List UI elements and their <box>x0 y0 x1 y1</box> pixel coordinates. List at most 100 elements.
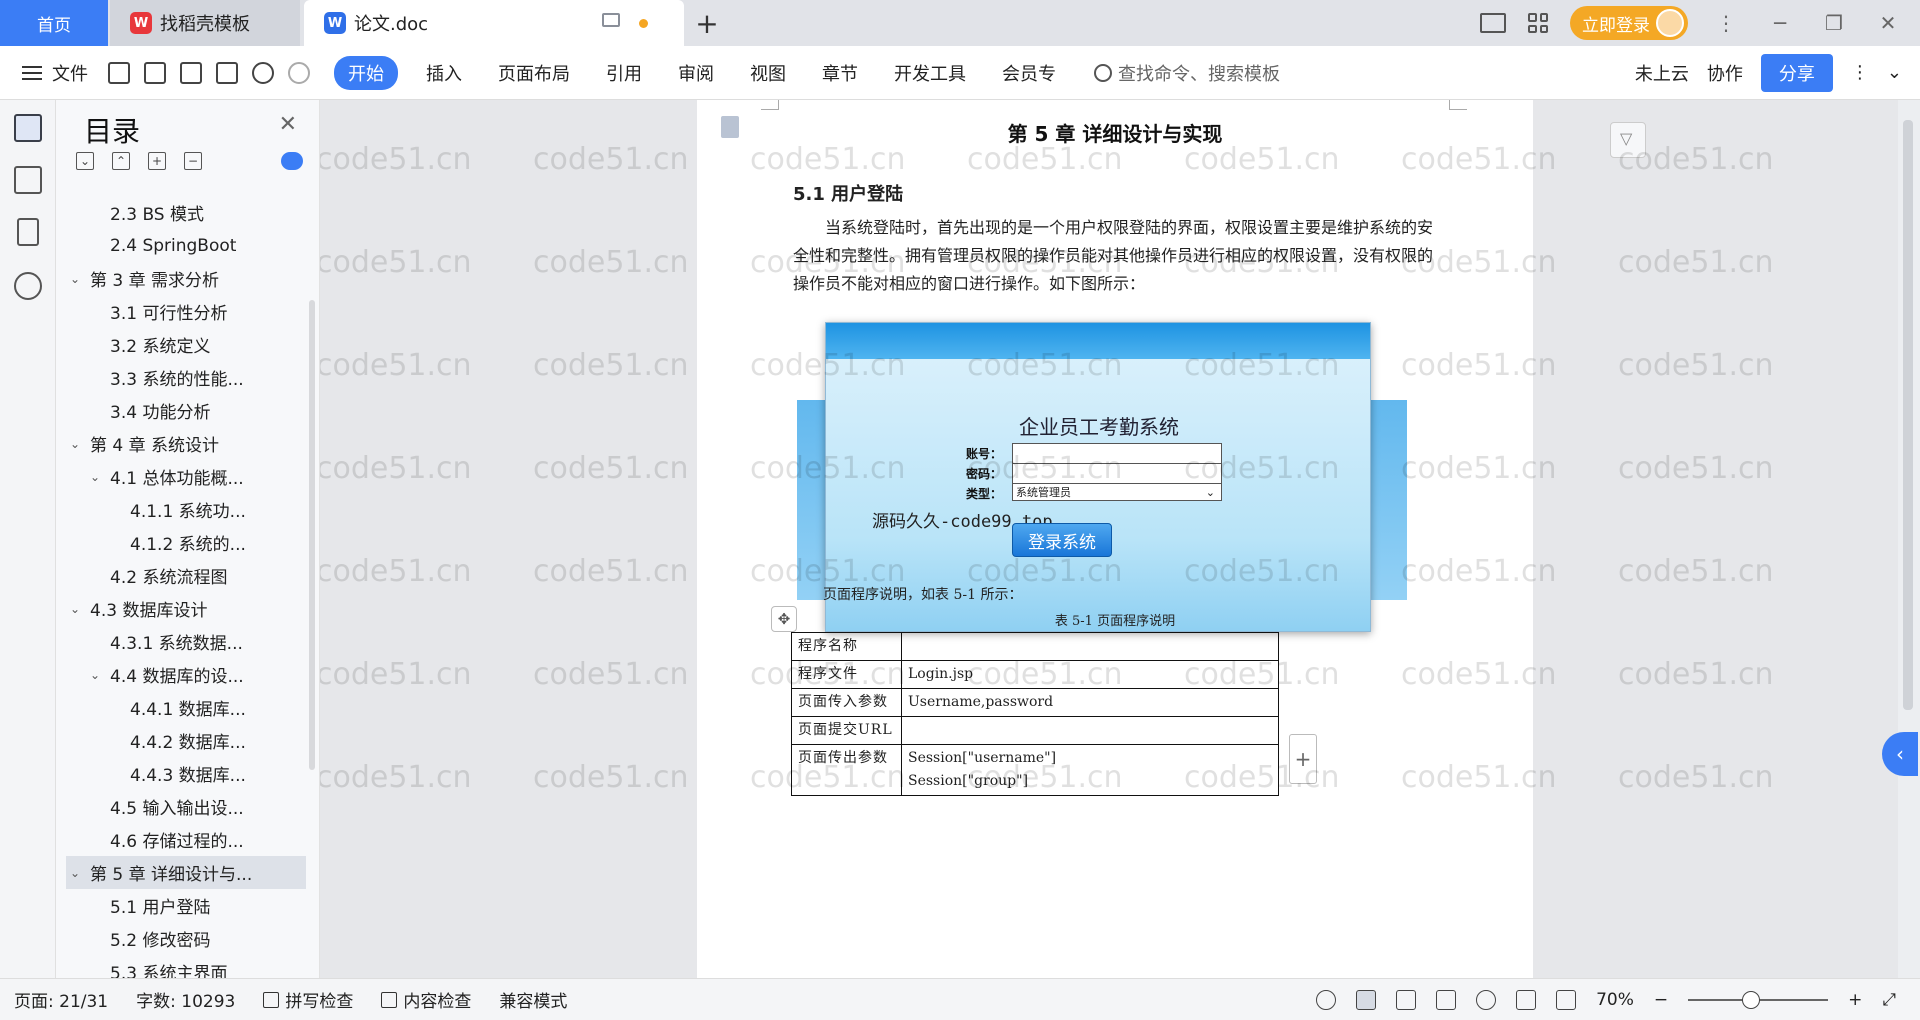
tab-document[interactable]: W 论文.doc <box>304 0 684 46</box>
outline-item[interactable]: 4.4.2 数据库... <box>66 724 306 757</box>
tab-developer[interactable]: 开发工具 <box>876 60 984 86</box>
table-value-cell: Session["username"] Session["group"] <box>901 744 1279 796</box>
tab-review[interactable]: 审阅 <box>660 60 732 86</box>
collab-button[interactable]: 协作 <box>1707 60 1743 86</box>
outline-item[interactable]: ⌄ 4.3 数据库设计 <box>66 592 306 625</box>
zoom-slider[interactable] <box>1688 990 1829 1009</box>
bookmark-icon[interactable] <box>17 218 39 246</box>
chevron-down-icon[interactable]: ⌄ <box>86 470 104 484</box>
minimize-icon[interactable]: ─ <box>1764 11 1796 35</box>
chevron-down-icon[interactable]: ⌄ <box>66 437 84 451</box>
outline-close-icon[interactable]: ✕ <box>279 112 297 137</box>
fullscreen-icon[interactable]: ⤢ <box>1882 990 1896 1010</box>
tab-start[interactable]: 开始 <box>334 55 398 90</box>
outline-item[interactable]: 2.3 BS 模式 <box>66 196 306 229</box>
outline-item[interactable]: 4.2 系统流程图 <box>66 559 306 592</box>
scrollbar-thumb[interactable] <box>1903 120 1913 710</box>
smart-toggle-icon[interactable] <box>281 152 303 170</box>
outline-item[interactable]: ⌄ 4.4 数据库的设... <box>66 658 306 691</box>
content-check[interactable]: 内容检查 <box>367 987 485 1012</box>
outline-item[interactable]: 2.4 SpringBoot <box>66 229 306 262</box>
outline-panel-icon[interactable] <box>14 114 42 142</box>
page-view-icon[interactable] <box>1356 989 1377 1010</box>
login-button[interactable]: 立即登录 <box>1570 6 1688 40</box>
command-search[interactable]: 查找命令、搜索模板 <box>1074 60 1280 86</box>
outline-item[interactable]: 5.2 修改密码 <box>66 922 306 955</box>
outline-item[interactable]: 3.4 功能分析 <box>66 394 306 427</box>
tab-insert[interactable]: 插入 <box>408 60 480 86</box>
add-heading-icon[interactable]: + <box>148 152 166 170</box>
new-tab-button[interactable]: + <box>684 0 730 46</box>
outline-item[interactable]: 3.1 可行性分析 <box>66 295 306 328</box>
outline-item[interactable]: 3.2 系统定义 <box>66 328 306 361</box>
collapse-ribbon-icon[interactable]: ⌄ <box>1887 62 1902 83</box>
apps-grid-icon[interactable] <box>1528 13 1548 33</box>
undo-icon[interactable] <box>252 61 274 84</box>
outline-item[interactable]: 4.1.2 系统的... <box>66 526 306 559</box>
close-icon[interactable]: ✕ <box>1872 11 1904 35</box>
outline-item[interactable]: 4.5 输入输出设... <box>66 790 306 823</box>
outline-item[interactable]: ⌄ 第 5 章 详细设计与... <box>66 856 306 889</box>
chevron-down-icon[interactable]: ⌄ <box>86 668 104 682</box>
table-row: 程序名称 <box>791 632 1279 661</box>
cloud-status[interactable]: 未上云 <box>1635 60 1689 86</box>
search-panel-icon[interactable] <box>14 272 42 300</box>
chevron-down-icon[interactable]: ⌄ <box>66 272 84 286</box>
collapse-all-icon[interactable]: ⌃ <box>112 152 130 170</box>
outline-item[interactable]: 5.3 系统主界面 <box>66 955 306 978</box>
zoom-level[interactable]: 70% <box>1596 990 1634 1010</box>
word-count[interactable]: 字数: 10293 <box>122 987 249 1012</box>
outline-item[interactable]: 3.3 系统的性能... <box>66 361 306 394</box>
outline-item[interactable]: ⌄ 第 4 章 系统设计 <box>66 427 306 460</box>
eye-protection-icon[interactable] <box>1316 989 1337 1010</box>
write-mode-icon[interactable] <box>1516 989 1537 1010</box>
share-button[interactable]: 分享 <box>1760 53 1833 92</box>
outline-view-icon[interactable] <box>1396 989 1417 1010</box>
document-scrollbar[interactable] <box>1898 100 1920 978</box>
tab-member[interactable]: 会员专 <box>984 60 1074 86</box>
zoom-slider-knob[interactable] <box>1742 990 1761 1009</box>
spell-check[interactable]: 拼写检查 <box>249 987 367 1012</box>
restore-icon[interactable]: ❐ <box>1818 11 1850 35</box>
tab-page-layout[interactable]: 页面布局 <box>480 60 588 86</box>
zoom-out-icon[interactable]: − <box>1654 990 1668 1010</box>
export-icon[interactable] <box>144 61 166 84</box>
page-indicator[interactable]: 页面: 21/31 <box>0 987 122 1012</box>
preview-icon[interactable] <box>216 61 238 84</box>
zoom-in-icon[interactable]: + <box>1848 990 1862 1010</box>
outline-item[interactable]: 4.1.1 系统功... <box>66 493 306 526</box>
monitor-icon[interactable] <box>602 13 620 27</box>
outline-scrollbar[interactable] <box>309 300 315 770</box>
layout-icon[interactable] <box>1480 13 1506 33</box>
reading-view-icon[interactable] <box>1436 989 1457 1010</box>
more-icon[interactable]: ⋮ <box>1710 11 1742 35</box>
tab-view[interactable]: 视图 <box>732 60 804 86</box>
remove-heading-icon[interactable]: − <box>184 152 202 170</box>
outline-item[interactable]: 4.6 存储过程的... <box>66 823 306 856</box>
table-row: 页面传出参数 Session["username"] Session["group… <box>791 744 1279 796</box>
outline-item[interactable]: 4.4.3 数据库... <box>66 757 306 790</box>
fit-page-icon[interactable] <box>1556 989 1577 1010</box>
chevron-down-icon[interactable]: ⌄ <box>66 602 84 616</box>
chevron-down-icon[interactable]: ⌄ <box>66 866 84 880</box>
expand-all-icon[interactable]: ⌄ <box>76 152 94 170</box>
more-options-icon[interactable]: ⋮ <box>1851 62 1869 83</box>
web-view-icon[interactable] <box>1476 989 1497 1010</box>
navigation-icon[interactable] <box>14 166 42 194</box>
add-row-button[interactable]: + <box>1289 734 1317 784</box>
tab-home[interactable]: 首页 <box>0 0 108 46</box>
outline-item[interactable]: 4.3.1 系统数据... <box>66 625 306 658</box>
save-icon[interactable] <box>108 61 130 84</box>
outline-item[interactable]: 5.1 用户登陆 <box>66 889 306 922</box>
redo-icon[interactable] <box>288 61 310 84</box>
side-panel-toggle-icon[interactable]: ‹ <box>1882 732 1918 776</box>
tab-template[interactable]: W 找稻壳模板 <box>110 0 300 46</box>
tab-references[interactable]: 引用 <box>588 60 660 86</box>
outline-item[interactable]: 4.4.1 数据库... <box>66 691 306 724</box>
filter-icon[interactable] <box>1610 122 1646 158</box>
outline-item[interactable]: ⌄ 第 3 章 需求分析 <box>66 262 306 295</box>
print-icon[interactable] <box>180 61 202 84</box>
file-menu[interactable]: 文件 <box>0 60 108 86</box>
tab-chapter[interactable]: 章节 <box>804 60 876 86</box>
outline-item[interactable]: ⌄ 4.1 总体功能概... <box>66 460 306 493</box>
